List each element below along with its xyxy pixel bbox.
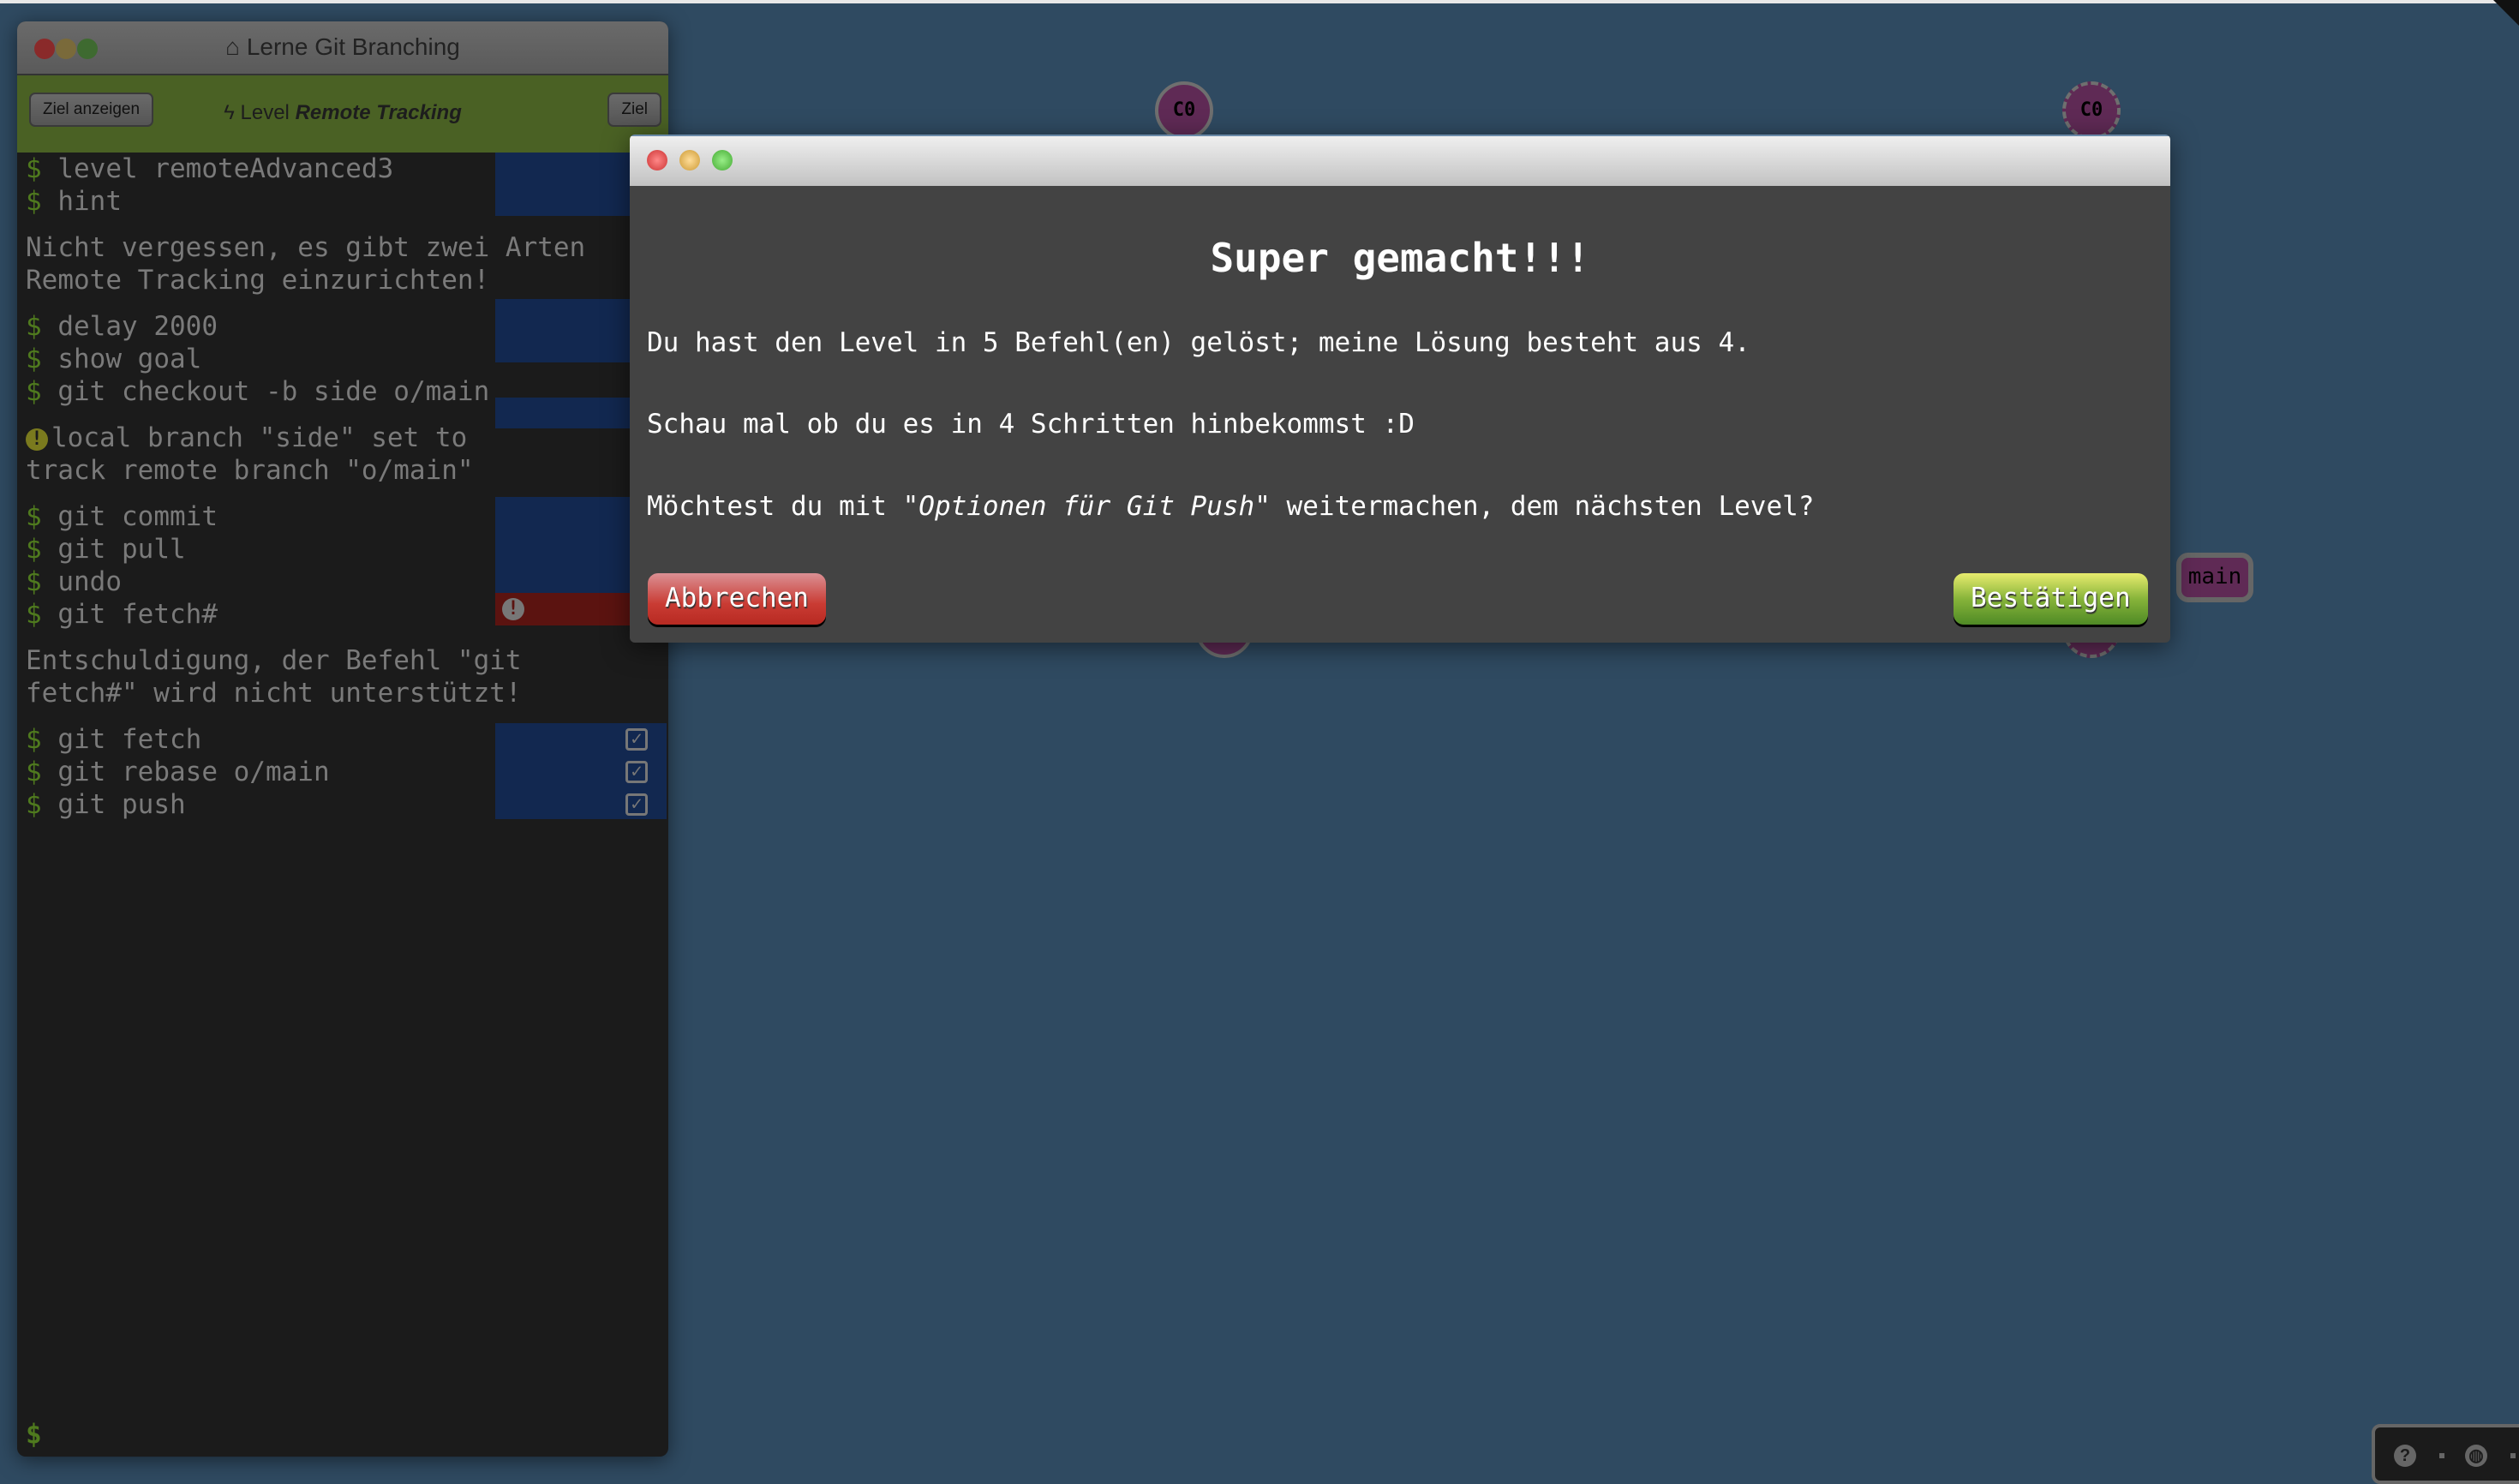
output-line: fetch#" wird nicht unterstützt! — [26, 678, 522, 709]
branch-label-main[interactable]: main — [2176, 553, 2253, 602]
bolt-icon: ϟ — [224, 101, 235, 124]
terminal-window: ⌂ Lerne Git Branching Ziel anzeigen ϟ Le… — [17, 21, 668, 1457]
output-line: track remote branch "o/main" — [26, 455, 474, 486]
separator-dot — [2439, 1453, 2444, 1458]
globe-icon[interactable]: ◍ — [2465, 1445, 2487, 1467]
command-line: $ git push — [26, 789, 186, 820]
dialog-next-level-text: Möchtest du mit "Optionen für Git Push" … — [647, 491, 1815, 522]
output-line: Entschuldigung, der Befehl "git — [26, 645, 522, 676]
dialog-titlebar — [630, 135, 2170, 186]
commit-node-remote[interactable]: C0 — [2062, 81, 2121, 140]
command-line: $ hint — [26, 186, 122, 217]
command-line: $ delay 2000 — [26, 311, 218, 342]
warning-line: ! local branch "side" set to — [26, 422, 467, 454]
command-line: $ undo — [26, 566, 122, 597]
command-line: $ git fetch — [26, 724, 202, 755]
top-edge — [0, 0, 2519, 3]
level-bar: Ziel anzeigen ϟ Level Remote Tracking Zi… — [17, 75, 668, 153]
level-prefix: Level — [240, 101, 290, 124]
helper-bar: ? ◍ — [2372, 1424, 2519, 1484]
corner-triangle — [2493, 0, 2519, 26]
command-line: $ git fetch# — [26, 599, 218, 630]
level-complete-dialog: Super gemacht!!! Du hast den Level in 5 … — [630, 135, 2170, 643]
next-level-name: Optionen für Git Push — [918, 491, 1255, 522]
checkbox-done-icon: ✓ — [625, 728, 648, 751]
command-line: $ git commit — [26, 501, 218, 532]
error-icon: ! — [502, 598, 524, 620]
dialog-close-button[interactable] — [647, 150, 667, 171]
warning-icon: ! — [26, 428, 48, 451]
level-title: ϟ Level Remote Tracking — [17, 101, 668, 125]
dialog-title: Super gemacht!!! — [1210, 235, 1590, 281]
command-line: $ git pull — [26, 534, 186, 565]
dialog-maximize-button[interactable] — [712, 150, 733, 171]
checkbox-done-icon: ✓ — [625, 761, 648, 783]
command-input[interactable]: $ — [26, 1418, 42, 1451]
dialog-result-text: Du hast den Level in 5 Befehl(en) gelöst… — [647, 327, 1750, 358]
command-line: $ git rebase o/main — [26, 757, 330, 787]
checkbox-done-icon: ✓ — [625, 793, 648, 816]
separator-dot — [2510, 1453, 2516, 1458]
terminal-titlebar: ⌂ Lerne Git Branching — [17, 21, 668, 75]
command-line: $ show goal — [26, 344, 202, 374]
output-line: Nicht vergessen, es gibt zwei Arten — [26, 232, 586, 263]
dialog-hint-text: Schau mal ob du es in 4 Schritten hinbek… — [647, 409, 1415, 440]
cancel-button[interactable]: Abbrechen — [648, 573, 826, 625]
confirm-button[interactable]: Bestätigen — [1954, 573, 2148, 625]
commit-node[interactable]: C0 — [1155, 81, 1213, 140]
title-text: Lerne Git Branching — [246, 33, 460, 60]
home-icon: ⌂ — [225, 33, 241, 60]
command-line: $ level remoteAdvanced3 — [26, 153, 394, 184]
window-title: ⌂ Lerne Git Branching — [17, 33, 668, 61]
command-line: $ git checkout -b side o/main — [26, 376, 490, 407]
output-line: Remote Tracking einzurichten! — [26, 265, 490, 296]
goal-button[interactable]: Ziel — [607, 93, 661, 127]
help-icon[interactable]: ? — [2394, 1445, 2416, 1467]
level-name: Remote Tracking — [295, 101, 462, 124]
dialog-minimize-button[interactable] — [679, 150, 700, 171]
